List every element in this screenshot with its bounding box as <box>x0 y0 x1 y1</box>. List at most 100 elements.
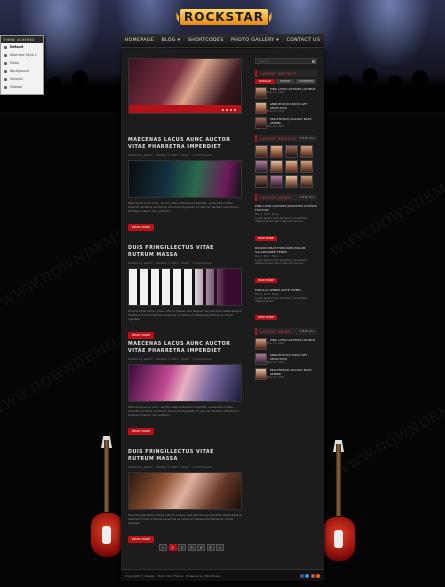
guitar-pickguard <box>102 526 111 544</box>
page-number[interactable]: 4 <box>197 544 205 551</box>
news-excerpt: Lorem ipsum dolor sit amet, consectetur … <box>255 258 308 266</box>
page-number[interactable]: 2 <box>178 544 186 551</box>
news-thumbnail[interactable] <box>255 368 267 381</box>
guitar-neck <box>336 444 341 524</box>
page-number[interactable]: 3 <box>187 544 196 551</box>
artist-thumbnail[interactable] <box>255 87 267 99</box>
switcher-option-label: Metal <box>10 61 19 65</box>
post-image[interactable] <box>128 472 242 510</box>
list-item[interactable]: PINK LATIN ULTRICES ULTIMUS May 3rd, 2013 <box>255 87 317 99</box>
site-footer: Copyright © Design · Rock Star Theme · P… <box>121 569 324 581</box>
slider-dot[interactable] <box>233 108 236 111</box>
post-title[interactable]: DUIS FRINGILLECTUS VITAE RUTRUM MASSA <box>128 245 242 259</box>
news-title[interactable]: ROCKIN SELECTION PARIS BULUM SALAMANDER … <box>255 246 317 254</box>
list-item[interactable]: ANNUM ROCK ROCK GET SELECTION May 3rd, 20… <box>255 102 317 114</box>
page-prev-button[interactable]: « <box>159 544 167 551</box>
photo-thumbnail[interactable] <box>270 145 283 158</box>
search-input[interactable]: Search... <box>255 58 317 64</box>
nav-item-contact-us[interactable]: CONTACT US <box>287 38 321 43</box>
photo-thumbnail[interactable] <box>255 160 268 173</box>
artist-name[interactable]: ANNUM ROCK ROCK GET SELECTION <box>270 102 317 110</box>
post-image[interactable] <box>128 364 242 402</box>
post-image[interactable] <box>128 160 242 198</box>
facebook-icon[interactable] <box>299 573 304 578</box>
artist-date: May 3rd, 2013 <box>267 125 285 128</box>
guitar-left-illustration <box>90 436 124 580</box>
news-name[interactable]: PELLENTESQ AUGUST BASS AMBER <box>270 368 317 376</box>
rss-icon[interactable] <box>316 573 320 578</box>
swatch-icon <box>4 61 7 65</box>
photo-thumbnail[interactable] <box>300 160 313 173</box>
list-item[interactable]: PELLENTESQ AUGUST BASS AMBER May 3rd, 201… <box>255 117 317 129</box>
photo-thumbnail[interactable] <box>285 175 298 188</box>
page-next-button[interactable]: » <box>216 544 224 551</box>
list-item[interactable]: ANNUM ROCK ROCK GET SELECTION May 3rd, 20… <box>255 353 317 366</box>
switcher-option[interactable]: Sidebar <box>1 83 43 91</box>
slider-dot[interactable] <box>225 108 228 111</box>
blog-post: DUIS FRINGILLECTUS VITAE RUTRUM MASSA Po… <box>128 449 242 544</box>
news-excerpt: Lorem ipsum dolor sit amet, consectetur … <box>255 296 308 304</box>
photo-thumbnail[interactable] <box>270 175 283 188</box>
switcher-option[interactable]: Variants <box>1 75 43 83</box>
tab-popular[interactable]: POPULAR <box>255 79 275 84</box>
wing-icon <box>176 12 179 22</box>
tab-recent[interactable]: RECENT <box>275 79 296 84</box>
read-more-button[interactable]: READ MORE <box>255 315 277 321</box>
photo-thumbnail[interactable] <box>300 145 313 158</box>
twitter-icon[interactable] <box>305 573 309 578</box>
photo-thumbnail[interactable] <box>255 145 268 158</box>
page-number-current[interactable]: 1 <box>168 544 177 551</box>
site-logo[interactable]: ROCKSTAR <box>176 6 272 28</box>
switcher-option[interactable]: Alternate Style 1 <box>1 51 43 59</box>
news-thumbnail[interactable] <box>255 338 267 351</box>
news-title[interactable]: PINCILLA AMBRE SUITE VIVIEN <box>255 288 317 292</box>
post-title[interactable]: MAECENAS LACUS AUNC AUCTOR VITAE PHARRET… <box>128 137 242 151</box>
nav-item-photo-gallery[interactable]: PHOTO GALLERY ▾ <box>231 38 279 43</box>
post-image[interactable] <box>128 268 242 306</box>
read-more-button[interactable]: READ MORE <box>128 331 155 339</box>
news-title[interactable]: PINK LATIN ULTRICES MAGISTER ULTIMUS FRI… <box>255 204 317 212</box>
slider-pager <box>220 108 236 111</box>
read-more-button[interactable]: READ MORE <box>255 277 277 283</box>
nav-item-blog[interactable]: BLOG ▾ <box>162 38 181 43</box>
photo-thumbnail[interactable] <box>285 160 298 173</box>
latest-photos-widget: LATEST PHOTOS VIEW ALL <box>255 135 317 188</box>
news-name[interactable]: ANNUM ROCK ROCK GET SELECTION <box>270 353 317 361</box>
list-item[interactable]: PELLENTESQ AUGUST BASS AMBER May 3rd, 201… <box>255 368 317 381</box>
post-title[interactable]: DUIS FRINGILLECTUS VITAE RUTRUM MASSA <box>128 449 242 463</box>
photo-thumbnail[interactable] <box>300 175 313 188</box>
post-title[interactable]: MAECENAS LACUS AUNC AUCTOR VITAE PHARRET… <box>128 341 242 355</box>
view-all-link[interactable]: VIEW ALL <box>300 137 315 140</box>
switcher-option-label: Background <box>10 69 30 73</box>
photo-thumbnail[interactable] <box>270 160 283 173</box>
read-more-button[interactable]: READ MORE <box>128 427 155 435</box>
nav-item-homepage[interactable]: HOMEPAGE <box>125 38 154 43</box>
featured-slider[interactable] <box>128 58 242 114</box>
slider-dot[interactable] <box>221 108 224 111</box>
widget-title-text: LATEST NEWS <box>260 195 291 200</box>
switcher-option[interactable]: Background <box>1 67 43 75</box>
search-icon[interactable] <box>312 59 315 63</box>
artist-thumbnail[interactable] <box>255 102 267 114</box>
page-number[interactable]: 5 <box>206 544 215 551</box>
latest-artists-widget: LATEST ARTISTS POPULAR RECENT COMMENTS P… <box>255 70 317 129</box>
read-more-button[interactable]: READ MORE <box>128 535 155 543</box>
read-more-button[interactable]: READ MORE <box>255 235 277 241</box>
artist-name[interactable]: PELLENTESQ AUGUST BASS AMBER <box>270 117 317 125</box>
photo-thumbnail[interactable] <box>285 145 298 158</box>
news-thumbnail[interactable] <box>255 353 267 366</box>
read-more-button[interactable]: READ MORE <box>128 223 155 231</box>
view-all-link[interactable]: VIEW ALL <box>300 196 315 199</box>
list-item[interactable]: PINK LATIN ULTRICES ULTIMUS May 3rd, 2013 <box>255 338 317 351</box>
google-plus-icon[interactable] <box>310 573 315 578</box>
switcher-option[interactable]: Metal <box>1 59 43 67</box>
switcher-option[interactable]: Default <box>1 43 43 51</box>
nav-item-shortcodes[interactable]: SHORTCODES <box>188 38 224 43</box>
post-meta: Posted by admin · 03 March 2013 · Music … <box>128 465 212 469</box>
post-excerpt: Duis fringilla lectus vitae rutrum massa… <box>128 513 242 525</box>
slider-dot[interactable] <box>229 108 232 111</box>
artist-thumbnail[interactable] <box>255 117 267 129</box>
view-all-link[interactable]: VIEW ALL <box>300 330 315 333</box>
tab-comments[interactable]: COMMENTS <box>296 79 317 84</box>
photo-thumbnail[interactable] <box>255 175 268 188</box>
